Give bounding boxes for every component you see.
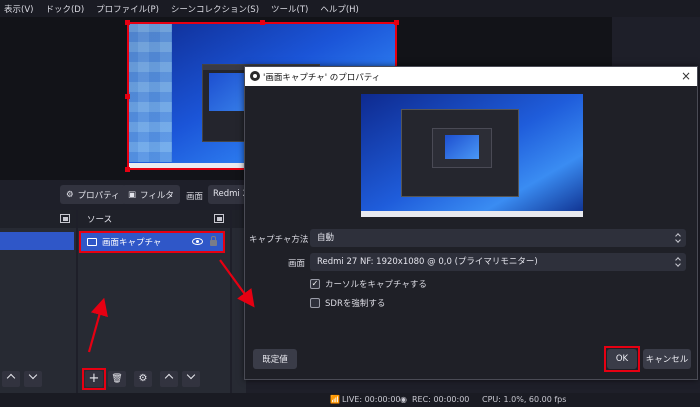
chevron-up-icon	[6, 373, 16, 383]
chevron-down-icon	[186, 370, 196, 380]
undock-icon[interactable]	[214, 214, 224, 223]
chevron-up-icon	[164, 373, 174, 383]
display-select[interactable]: Redmi 27 NF: 1920x1080 @ 0,0 (プライマリモニター)	[310, 253, 686, 271]
ok-button-highlight	[604, 346, 640, 372]
filters-button[interactable]: ▣ フィルタ	[122, 185, 180, 204]
dialog-title: '画面キャプチャ' のプロパティ	[263, 72, 381, 83]
status-bar: 📶 LIVE: 00:00:00 ◉ REC: 00:00:00 CPU: 1.…	[0, 393, 700, 407]
source-move-up-button[interactable]	[160, 371, 178, 387]
menu-tools[interactable]: ツール(T)	[271, 3, 308, 15]
display-label: 画面	[186, 192, 204, 202]
force-sdr-row[interactable]: SDRを強制する	[310, 296, 385, 310]
close-icon[interactable]: ×	[681, 69, 691, 83]
menu-bar: 表示(V) ドック(D) プロファイル(P) シーンコレクション(S) ツール(…	[0, 0, 700, 17]
capture-cursor-checkbox[interactable]: ✓	[310, 279, 320, 289]
add-button-highlight	[82, 368, 106, 390]
display-label: 画面	[287, 259, 305, 269]
sources-header: ソース	[78, 210, 230, 228]
dialog-title-bar: '画面キャプチャ' のプロパティ ×	[245, 67, 697, 86]
capture-method-label: キャプチャ方法	[249, 235, 309, 245]
scenes-header	[0, 210, 76, 228]
sources-title: ソース	[87, 215, 113, 225]
undock-icon[interactable]	[60, 214, 70, 223]
properties-dialog: '画面キャプチャ' のプロパティ × キャプチャ方法 自動 画面 Redmi 2…	[244, 66, 698, 380]
scenes-panel	[0, 210, 76, 393]
resize-handle-ml[interactable]	[125, 94, 130, 99]
resize-handle-bl[interactable]	[125, 167, 130, 172]
gear-icon: ⚙	[66, 189, 74, 200]
filters-label: フィルタ	[140, 190, 174, 201]
resize-handle-tl[interactable]	[125, 20, 130, 25]
capture-method-select[interactable]: 自動	[310, 229, 686, 247]
obs-logo-icon	[250, 71, 260, 81]
defaults-button[interactable]: 既定値	[253, 349, 297, 369]
select-arrows-icon	[675, 232, 681, 244]
menu-dock[interactable]: ドック(D)	[45, 3, 84, 15]
scene-move-up-button[interactable]	[2, 371, 20, 387]
source-item-highlight	[79, 231, 225, 253]
source-move-down-button[interactable]	[182, 370, 200, 387]
capture-cursor-row[interactable]: ✓ カーソルをキャプチャする	[310, 277, 427, 291]
chevron-down-icon	[28, 370, 38, 380]
menu-scene-collection[interactable]: シーンコレクション(S)	[171, 3, 259, 15]
source-settings-button[interactable]: ⚙	[134, 371, 152, 387]
capture-cursor-label: カーソルをキャプチャする	[325, 280, 427, 290]
capture-method-value: 自動	[317, 233, 335, 243]
trash-icon: 🗑	[111, 374, 123, 384]
cancel-button[interactable]: キャンセル	[643, 349, 691, 369]
record-icon: ◉	[400, 395, 407, 404]
properties-label: プロパティ	[77, 190, 120, 201]
remove-source-button[interactable]: 🗑	[108, 371, 126, 387]
sources-panel: ソース 画面キャプチャ + 🗑 ⚙	[78, 210, 230, 393]
resize-handle-tr[interactable]	[394, 20, 399, 25]
menu-help[interactable]: ヘルプ(H)	[320, 3, 359, 15]
force-sdr-label: SDRを強制する	[325, 299, 386, 309]
properties-button[interactable]: ⚙ プロパティ	[60, 185, 126, 204]
stream-icon: 📶	[330, 395, 340, 404]
resize-handle-tm[interactable]	[260, 20, 265, 25]
filter-icon: ▣	[128, 189, 137, 200]
cpu-status: CPU: 1.0%, 60.00 fps	[482, 395, 567, 404]
select-arrows-icon	[675, 256, 681, 268]
preview-obs-window	[401, 109, 519, 197]
display-value: Redmi 27 NF: 1920x1080 @ 0,0 (プライマリモニター)	[317, 257, 538, 267]
dialog-preview	[361, 94, 583, 217]
gear-icon: ⚙	[138, 373, 148, 384]
menu-view[interactable]: 表示(V)	[4, 3, 33, 15]
live-status: LIVE: 00:00:00	[342, 395, 401, 404]
force-sdr-checkbox[interactable]	[310, 298, 320, 308]
menu-profile[interactable]: プロファイル(P)	[96, 3, 159, 15]
preview-taskbar	[361, 211, 583, 217]
scene-item[interactable]	[0, 232, 74, 250]
rec-status: REC: 00:00:00	[412, 395, 470, 404]
scene-move-down-button[interactable]	[24, 370, 42, 387]
